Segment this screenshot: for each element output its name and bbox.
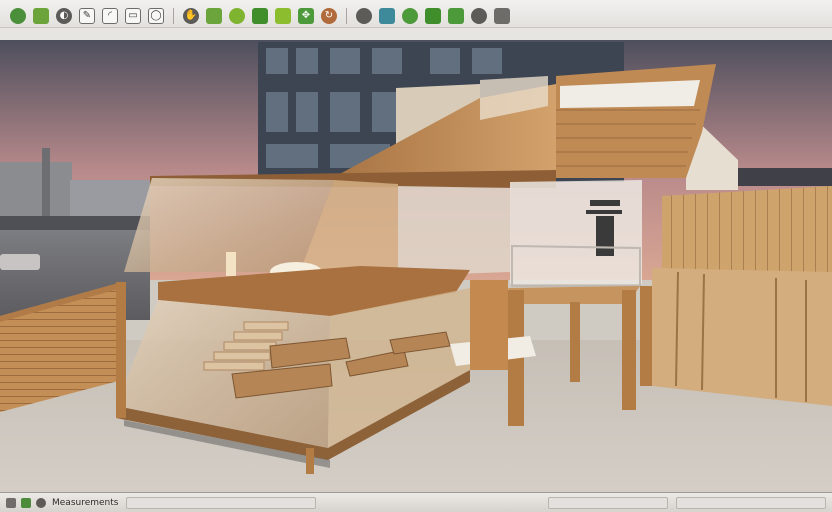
tape-measure-tool-icon[interactable] — [356, 8, 372, 24]
geo-location-icon[interactable] — [6, 497, 16, 508]
pan-tool-icon[interactable]: ✋ — [183, 8, 199, 24]
orbit-tool-icon[interactable]: ◐ — [56, 8, 72, 24]
balcony-floor — [508, 286, 640, 304]
rotate-tool-icon[interactable]: ↻ — [321, 8, 337, 24]
move-tool-icon[interactable]: ✥ — [298, 8, 314, 24]
push-pull-tool-icon[interactable] — [206, 8, 222, 24]
status-icons — [0, 497, 46, 508]
lamp — [226, 252, 236, 276]
zoom-tool-icon[interactable] — [448, 8, 464, 24]
component-tool-icon[interactable] — [252, 8, 268, 24]
status-bar: Measurements — [0, 492, 832, 512]
distant-skyline — [734, 168, 832, 186]
tool-row: ◐ ✎ ◜ ▭ ◯ ✋ ✥ ↻ — [10, 6, 510, 26]
measurements-box[interactable] — [548, 496, 668, 509]
scene-render[interactable] — [0, 40, 832, 492]
status-hint-field — [126, 496, 317, 509]
toolbar-separator — [346, 8, 347, 24]
right-fence-wall — [652, 186, 832, 406]
zoom-extents-tool-icon[interactable] — [471, 8, 487, 24]
camera-tool-icon[interactable] — [494, 8, 510, 24]
toolbar-separator — [173, 8, 174, 24]
eraser-tool-icon[interactable] — [33, 8, 49, 24]
credits-icon[interactable] — [21, 497, 31, 508]
walk-tool-icon[interactable] — [402, 8, 418, 24]
rectangle-tool-icon[interactable]: ▭ — [125, 8, 141, 24]
follow-me-tool-icon[interactable] — [229, 8, 245, 24]
help-icon[interactable] — [36, 497, 46, 508]
circle-tool-icon[interactable]: ◯ — [148, 8, 164, 24]
section-plane-tool-icon[interactable] — [379, 8, 395, 24]
look-around-tool-icon[interactable] — [425, 8, 441, 24]
toolbar-lower-strip — [0, 27, 832, 40]
main-toolbar: ◐ ✎ ◜ ▭ ◯ ✋ ✥ ↻ — [0, 0, 832, 40]
arc-tool-icon[interactable]: ◜ — [102, 8, 118, 24]
select-tool-icon[interactable] — [10, 8, 26, 24]
courtyard-wall — [470, 280, 508, 370]
model-viewport[interactable] — [0, 40, 832, 492]
pencil-tool-icon[interactable]: ✎ — [79, 8, 95, 24]
paint-bucket-tool-icon[interactable] — [275, 8, 291, 24]
measurements-value-field[interactable] — [676, 496, 826, 509]
boat — [0, 254, 40, 270]
status-label: Measurements — [52, 497, 119, 508]
